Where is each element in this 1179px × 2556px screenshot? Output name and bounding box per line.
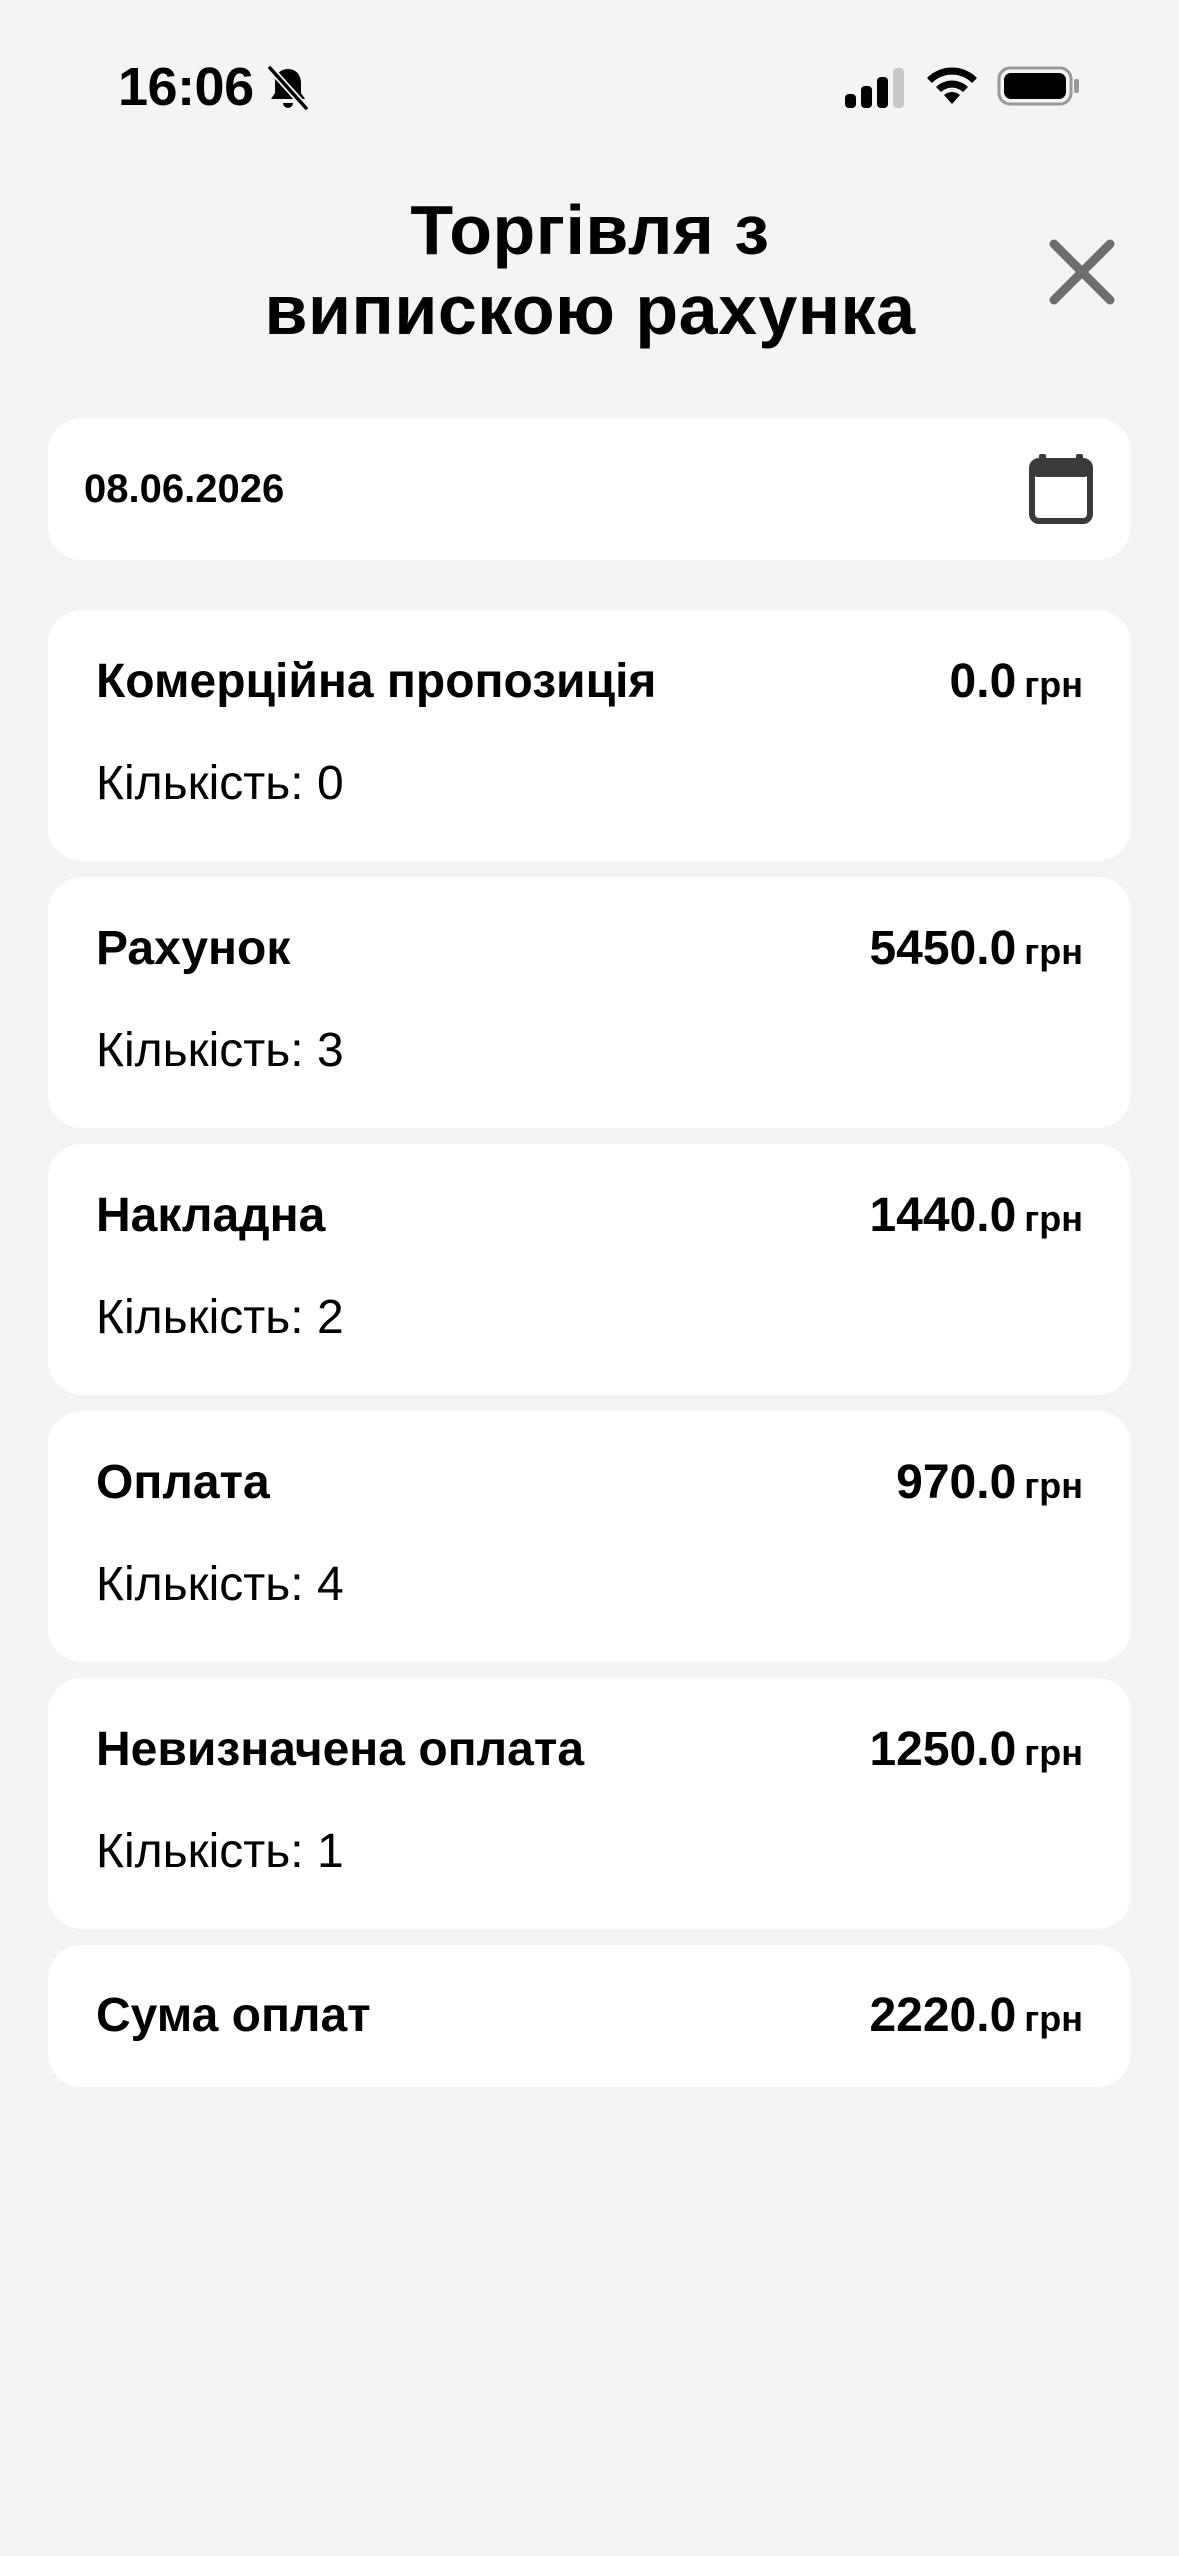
card-title: Сума оплат bbox=[96, 1989, 371, 2042]
bell-slash-icon bbox=[267, 65, 309, 111]
card-title: Накладна bbox=[96, 1189, 326, 1242]
summary-card-commercial-offer[interactable]: Комерційна пропозиція 0.0 грн Кількість: … bbox=[48, 610, 1131, 861]
card-currency: грн bbox=[1024, 1998, 1083, 2039]
card-quantity: Кількість: 3 bbox=[96, 1024, 344, 1077]
card-title: Рахунок bbox=[96, 922, 291, 975]
cellular-signal-icon bbox=[845, 68, 904, 108]
card-quantity: Кількість: 0 bbox=[96, 757, 344, 810]
card-amount-value: 2220.0 bbox=[869, 1989, 1017, 2042]
close-icon[interactable] bbox=[1040, 230, 1124, 314]
card-currency: грн bbox=[1024, 1465, 1083, 1506]
page-title: Торгівля з випискою рахунка bbox=[180, 190, 1000, 350]
status-time: 16:06 bbox=[118, 57, 254, 117]
card-quantity: Кількість: 2 bbox=[96, 1291, 344, 1344]
page-title-line-1: Торгівля з bbox=[410, 191, 770, 269]
card-amount: 1250.0 грн bbox=[869, 1722, 1083, 1781]
date-picker-field[interactable]: 08.06.2026 bbox=[48, 418, 1131, 560]
card-amount-value: 5450.0 bbox=[869, 922, 1017, 975]
card-title: Комерційна пропозиція bbox=[96, 655, 657, 708]
card-quantity: Кількість: 1 bbox=[96, 1825, 344, 1878]
card-amount: 1440.0 грн bbox=[869, 1188, 1083, 1247]
summary-card-payment[interactable]: Оплата 970.0 грн Кількість: 4 bbox=[48, 1411, 1131, 1662]
summary-list: Комерційна пропозиція 0.0 грн Кількість: … bbox=[48, 610, 1131, 2103]
card-amount-value: 1250.0 bbox=[869, 1723, 1017, 1776]
card-amount-value: 0.0 bbox=[949, 655, 1017, 708]
summary-card-undefined-payment[interactable]: Невизначена оплата 1250.0 грн Кількість: … bbox=[48, 1678, 1131, 1929]
date-value: 08.06.2026 bbox=[84, 467, 285, 511]
page-title-line-2: випискою рахунка bbox=[264, 271, 916, 349]
summary-card-payments-total: Сума оплат 2220.0 грн bbox=[48, 1945, 1131, 2087]
wifi-icon bbox=[927, 67, 977, 104]
card-amount: 970.0 грн bbox=[896, 1455, 1083, 1514]
card-amount-value: 1440.0 bbox=[869, 1189, 1017, 1242]
battery-icon bbox=[997, 66, 1079, 106]
calendar-icon[interactable] bbox=[1029, 454, 1093, 524]
status-bar: 16:06 bbox=[0, 0, 1179, 170]
card-currency: грн bbox=[1024, 1732, 1083, 1773]
summary-card-waybill[interactable]: Накладна 1440.0 грн Кількість: 2 bbox=[48, 1144, 1131, 1395]
card-amount: 5450.0 грн bbox=[869, 921, 1083, 980]
card-amount: 0.0 грн bbox=[950, 654, 1083, 713]
card-amount: 2220.0 грн bbox=[869, 1988, 1083, 2047]
card-amount-value: 970.0 bbox=[896, 1456, 1017, 1509]
summary-card-invoice[interactable]: Рахунок 5450.0 грн Кількість: 3 bbox=[48, 877, 1131, 1128]
card-currency: грн bbox=[1024, 664, 1083, 705]
card-title: Оплата bbox=[96, 1456, 270, 1509]
card-currency: грн bbox=[1024, 931, 1083, 972]
card-currency: грн bbox=[1024, 1198, 1083, 1239]
card-title: Невизначена оплата bbox=[96, 1723, 585, 1776]
card-quantity: Кількість: 4 bbox=[96, 1558, 344, 1611]
